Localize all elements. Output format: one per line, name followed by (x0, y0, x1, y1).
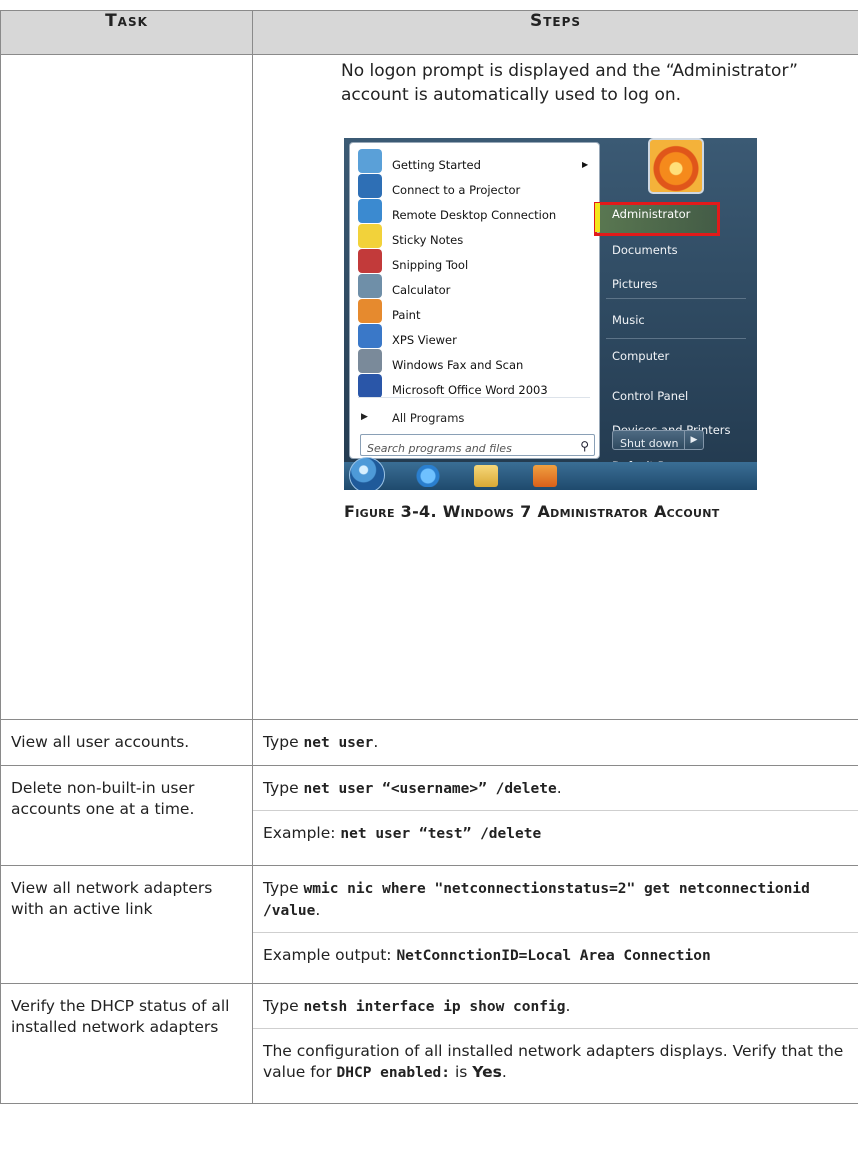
word-icon (358, 374, 382, 398)
start-menu-screenshot: Getting Started ▶ Connect to a Projector Re… (344, 138, 757, 490)
xps-viewer-icon (358, 324, 382, 348)
step-paragraph: Type net user. (263, 733, 379, 751)
shutdown-button[interactable]: Shut down ▶ (612, 430, 704, 450)
task-cell: Delete non-built-in user accounts one at… (0, 765, 253, 866)
start-menu-link-control-panel[interactable]: Control Panel (612, 386, 688, 407)
fax-scan-icon (358, 349, 382, 373)
sticky-notes-icon (358, 224, 382, 248)
table-row: View all network adapters with an active… (0, 865, 858, 984)
example-paragraph: Example: net user “test” /delete (263, 824, 542, 842)
start-menu-link-pictures[interactable]: Pictures (612, 274, 658, 295)
snipping-tool-icon (358, 249, 382, 273)
internet-explorer-icon[interactable] (416, 465, 440, 487)
all-programs-item[interactable]: ▶ All Programs (350, 401, 599, 427)
arrow-right-icon: ▶ (361, 412, 368, 422)
paint-icon (358, 299, 382, 323)
steps-cell: Type net user “<username>” /delete. Exam… (252, 765, 858, 866)
start-menu-link-computer[interactable]: Computer (612, 346, 669, 367)
step-paragraph: Type wmic nic where "netconnectionstatus… (263, 879, 810, 919)
task-cell: View all network adapters with an active… (0, 865, 253, 984)
steps-cell: Type net user. (252, 719, 858, 766)
start-orb-icon[interactable] (349, 457, 385, 490)
media-player-icon[interactable] (533, 465, 557, 487)
example-paragraph: Example output: NetConnctionID=Local Are… (263, 946, 711, 964)
steps-cell: Type netsh interface ip show config. The… (252, 983, 858, 1104)
steps-cell: Type wmic nic where "netconnectionstatus… (252, 865, 858, 984)
intro-paragraph: No logon prompt is displayed and the “Ad… (341, 61, 798, 105)
task-steps-table: Task Steps No logon prompt is displayed … (0, 10, 858, 1104)
step-paragraph: Type netsh interface ip show config. (263, 997, 571, 1015)
table-header-row: Task Steps (0, 10, 858, 55)
search-input[interactable]: Search programs and files ⚲ (360, 434, 595, 456)
start-menu-link-music[interactable]: Music (612, 310, 645, 331)
steps-cell: No logon prompt is displayed and the “Ad… (252, 54, 858, 720)
getting-started-icon (358, 149, 382, 173)
taskbar (344, 457, 757, 490)
task-cell: Verify the DHCP status of all installed … (0, 983, 253, 1104)
search-icon: ⚲ (580, 439, 589, 453)
steps-column-header: Steps (252, 10, 858, 55)
task-cell: View all user accounts. (0, 719, 253, 766)
task-cell (0, 54, 253, 720)
start-menu-link-documents[interactable]: Documents (612, 240, 678, 261)
user-avatar (648, 138, 704, 194)
calculator-icon (358, 274, 382, 298)
start-menu-link-administrator[interactable]: Administrator (612, 204, 690, 225)
table-row: Verify the DHCP status of all installed … (0, 983, 858, 1104)
figure-caption: Figure 3-4. Windows 7 Administrator Acco… (344, 502, 720, 521)
result-paragraph: The configuration of all installed netwo… (263, 1042, 844, 1081)
task-column-header: Task (0, 10, 253, 55)
table-row: View all user accounts. Type net user. (0, 719, 858, 766)
step-paragraph: Type net user “<username>” /delete. (263, 779, 562, 797)
programs-pane: Getting Started ▶ Connect to a Projector Re… (349, 142, 600, 459)
table-row: Delete non-built-in user accounts one at… (0, 765, 858, 866)
document-page: Task Steps No logon prompt is displayed … (0, 0, 858, 1162)
projector-icon (358, 174, 382, 198)
folder-icon[interactable] (474, 465, 498, 487)
table-row: No logon prompt is displayed and the “Ad… (0, 54, 858, 720)
remote-desktop-icon (358, 199, 382, 223)
arrow-right-icon[interactable]: ▶ (684, 431, 703, 449)
